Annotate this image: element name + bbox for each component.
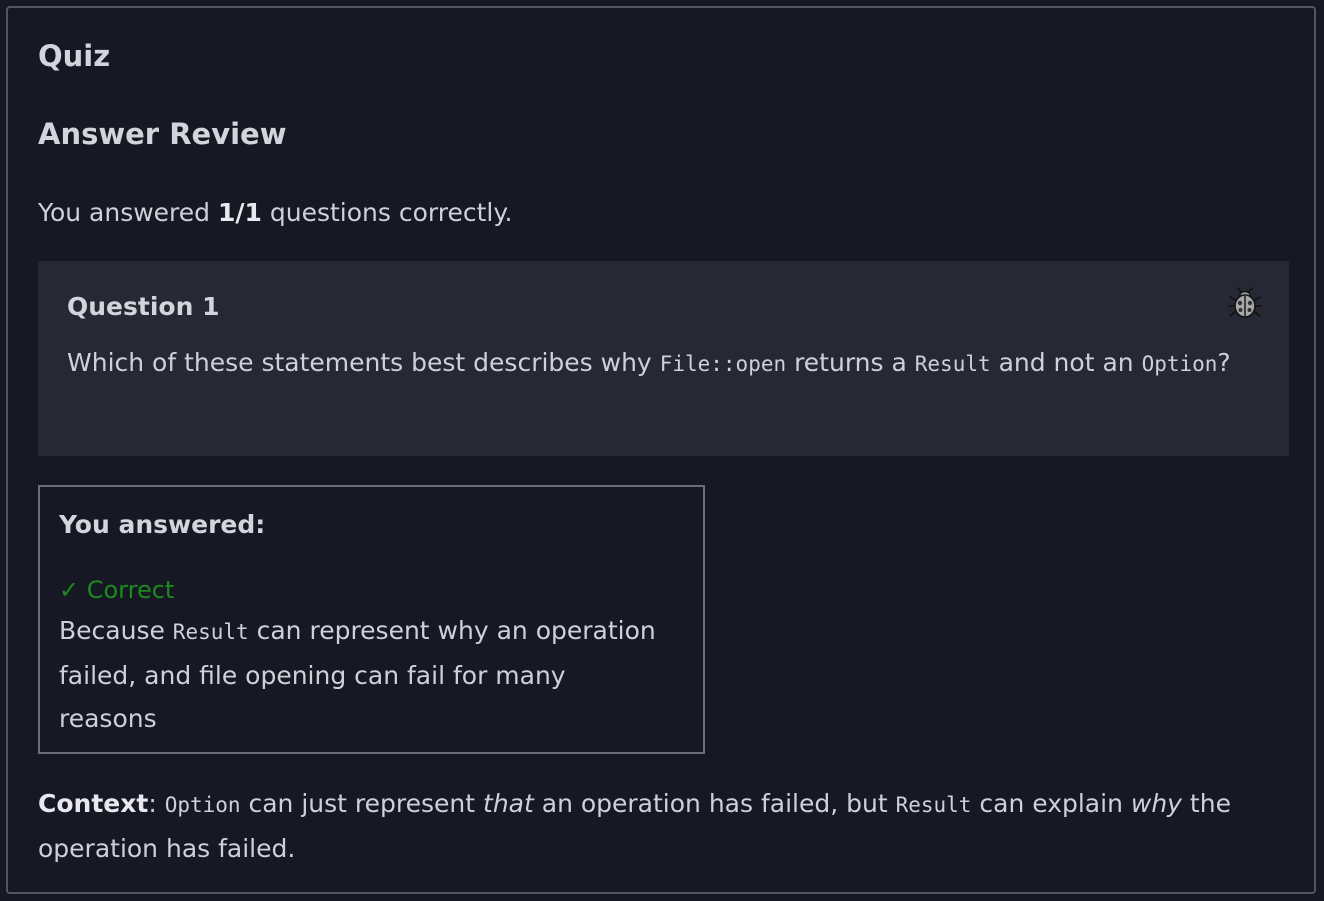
correct-status: ✓ Correct (59, 576, 175, 604)
answer-heading: You answered: (59, 510, 266, 539)
score-value: 1/1 (217, 198, 262, 227)
bug-icon[interactable] (1228, 286, 1262, 320)
answer-box: You answered: ✓ Correct Because Result c… (38, 485, 705, 754)
context-explanation: Context: Option can just represent that … (38, 782, 1293, 870)
context-text-part: can explain (971, 789, 1131, 818)
context-text-part: : (148, 789, 165, 818)
answer-text-part: Because (59, 616, 173, 645)
question-text-part: returns a (786, 348, 915, 377)
question-text-part: ? (1217, 348, 1231, 377)
answer-text: Because Result can represent why an oper… (59, 609, 669, 740)
question-text-part: and not an (990, 348, 1142, 377)
question-heading: Question 1 (67, 292, 220, 321)
answer-review-title: Answer Review (38, 117, 287, 151)
context-emphasis: why (1130, 789, 1182, 818)
code-option: Option (1141, 352, 1218, 376)
score-summary: You answered 1/1 questions correctly. (38, 198, 513, 228)
code-result: Result (172, 620, 249, 644)
context-label: Context (38, 789, 149, 818)
context-emphasis: that (483, 789, 534, 818)
context-text-part: can just represent (240, 789, 484, 818)
score-suffix: questions correctly. (261, 198, 513, 227)
question-text: Which of these statements best describes… (67, 341, 1247, 386)
code-file-open: File::open (659, 352, 787, 376)
score-prefix: You answered (38, 198, 218, 227)
code-result: Result (914, 352, 991, 376)
code-result: Result (895, 793, 972, 817)
quiz-container: Quiz Answer Review You answered 1/1 ques… (6, 6, 1316, 894)
question-text-part: Which of these statements best describes… (67, 348, 660, 377)
code-option: Option (164, 793, 241, 817)
question-card: Question 1 Which of these statements bes… (38, 261, 1289, 456)
quiz-title: Quiz (38, 39, 111, 73)
context-text-part: an operation has failed, but (533, 789, 896, 818)
